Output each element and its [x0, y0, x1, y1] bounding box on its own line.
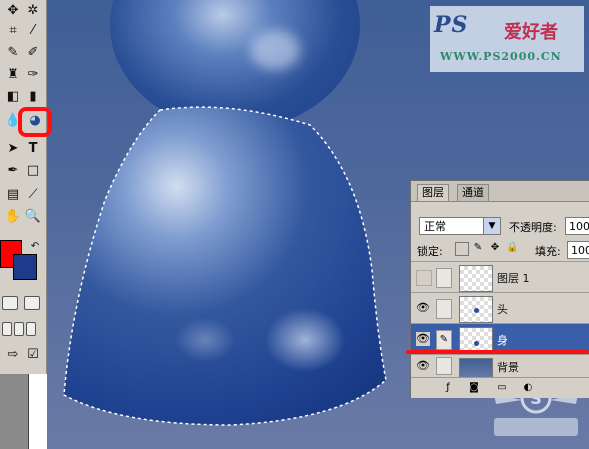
visibility-toggle[interactable]	[416, 270, 432, 286]
standard-mode-button[interactable]	[2, 296, 18, 310]
type-icon[interactable]: T	[24, 140, 42, 158]
eyedropper-icon[interactable]: ⟋	[24, 186, 42, 204]
layer-thumbnail	[459, 296, 493, 323]
screen-mode-2-button[interactable]	[14, 322, 24, 336]
layer-style-icon[interactable]: ƒ	[441, 382, 455, 394]
fill-label: 填充:	[535, 245, 561, 258]
healing-brush-icon[interactable]: ✎	[4, 44, 22, 62]
opacity-label: 不透明度:	[509, 221, 557, 234]
lock-paint-icon[interactable]: ✎	[472, 242, 484, 254]
background-color-swatch[interactable]	[13, 254, 37, 280]
add-mask-icon[interactable]: ◙	[467, 382, 481, 394]
tab-layers[interactable]: 图层	[417, 184, 449, 201]
layer-highlight-annotation	[406, 350, 589, 354]
pen-icon[interactable]: ✒	[4, 162, 22, 180]
layer-name: 身	[497, 334, 508, 347]
watermark-brand-cn: 爱好者	[504, 22, 558, 43]
history-brush-icon[interactable]: ✑	[24, 66, 42, 84]
screen-mode-3-button[interactable]	[26, 322, 36, 336]
swap-colors-icon[interactable]: ↶	[26, 238, 44, 256]
watermark-url: WWW.PS2000.CN	[440, 50, 562, 63]
layers-panel-footer: ƒ ◙ ▭ ◐	[411, 377, 589, 398]
quick-mask-button[interactable]	[24, 296, 40, 310]
crop-icon[interactable]: ⌗	[4, 22, 22, 40]
path-selection-icon[interactable]: ➤	[4, 140, 22, 158]
move-icon[interactable]: ✥	[4, 2, 22, 20]
layer-row-layer1[interactable]: 图层 1	[411, 261, 589, 293]
slice-icon[interactable]: ⁄	[24, 22, 42, 40]
lock-all-icon[interactable]: 🔒	[506, 242, 518, 254]
screen-mode-1-button[interactable]	[2, 322, 12, 336]
opacity-input[interactable]: 100	[565, 217, 589, 235]
layer-name: 图层 1	[497, 272, 530, 285]
layers-panel: 图层 通道 正常 ▼ 不透明度: 100 锁定: ✎ ✥ 🔒 填充: 100 图…	[410, 180, 589, 398]
clone-stamp-icon[interactable]: ♜	[4, 66, 22, 84]
ruler	[0, 374, 47, 449]
eraser-icon[interactable]: ◧	[4, 88, 22, 106]
brush-icon[interactable]: ✐	[24, 44, 42, 62]
adjustment-layer-icon[interactable]: ◐	[521, 382, 535, 394]
hand-icon[interactable]: ✋	[4, 208, 22, 226]
layer-row-background[interactable]: 👁 背景	[411, 354, 589, 379]
eye-icon[interactable]: 👁	[416, 301, 430, 315]
layer-name: 背景	[497, 361, 519, 374]
magic-wand-icon[interactable]: ✲	[24, 2, 42, 20]
layer-thumbnail	[459, 265, 493, 292]
chevron-down-icon[interactable]: ▼	[483, 218, 500, 234]
link-toggle[interactable]	[436, 268, 452, 288]
layer-row-head[interactable]: 👁 头	[411, 292, 589, 324]
new-group-icon[interactable]: ▭	[495, 382, 509, 394]
jump-to-imageready-icon[interactable]: ⇨	[4, 346, 22, 364]
notes-icon[interactable]: ▤	[4, 186, 22, 204]
fill-input[interactable]: 100	[567, 241, 589, 259]
panel-tabs: 图层 通道	[411, 181, 589, 202]
lock-move-icon[interactable]: ✥	[489, 242, 501, 254]
zoom-icon[interactable]: 🔍	[24, 208, 42, 226]
shape-icon[interactable]: □	[24, 162, 42, 180]
layer-name: 头	[497, 303, 508, 316]
gradient-icon[interactable]: ▮	[24, 88, 42, 106]
lock-transparency-icon[interactable]	[455, 242, 469, 256]
brush-icon[interactable]: ✎	[436, 330, 452, 350]
link-toggle[interactable]	[436, 299, 452, 319]
lock-label: 锁定:	[417, 245, 443, 258]
watermark-logo: PS 爱好者 WWW.PS2000.CN	[430, 6, 584, 72]
tool-highlight-annotation	[18, 107, 52, 137]
tab-channels[interactable]: 通道	[457, 184, 489, 201]
eye-icon[interactable]: 👁	[416, 332, 430, 346]
layer-thumbnail	[459, 358, 493, 379]
watermark-brand: PS	[434, 12, 469, 38]
toolbox: ✥ ✲ ⌗ ⁄ ✎ ✐ ♜ ✑ ◧ ▮ 💧 ◕ ➤ T ✒ □ ▤ ⟋ ✋ 🔍 …	[0, 0, 52, 449]
checkmark-icon[interactable]: ☑	[24, 346, 42, 364]
eye-icon[interactable]: 👁	[416, 359, 430, 373]
blend-mode-value: 正常	[424, 220, 446, 233]
link-toggle[interactable]	[436, 357, 452, 375]
blend-mode-select[interactable]: 正常 ▼	[419, 217, 501, 235]
